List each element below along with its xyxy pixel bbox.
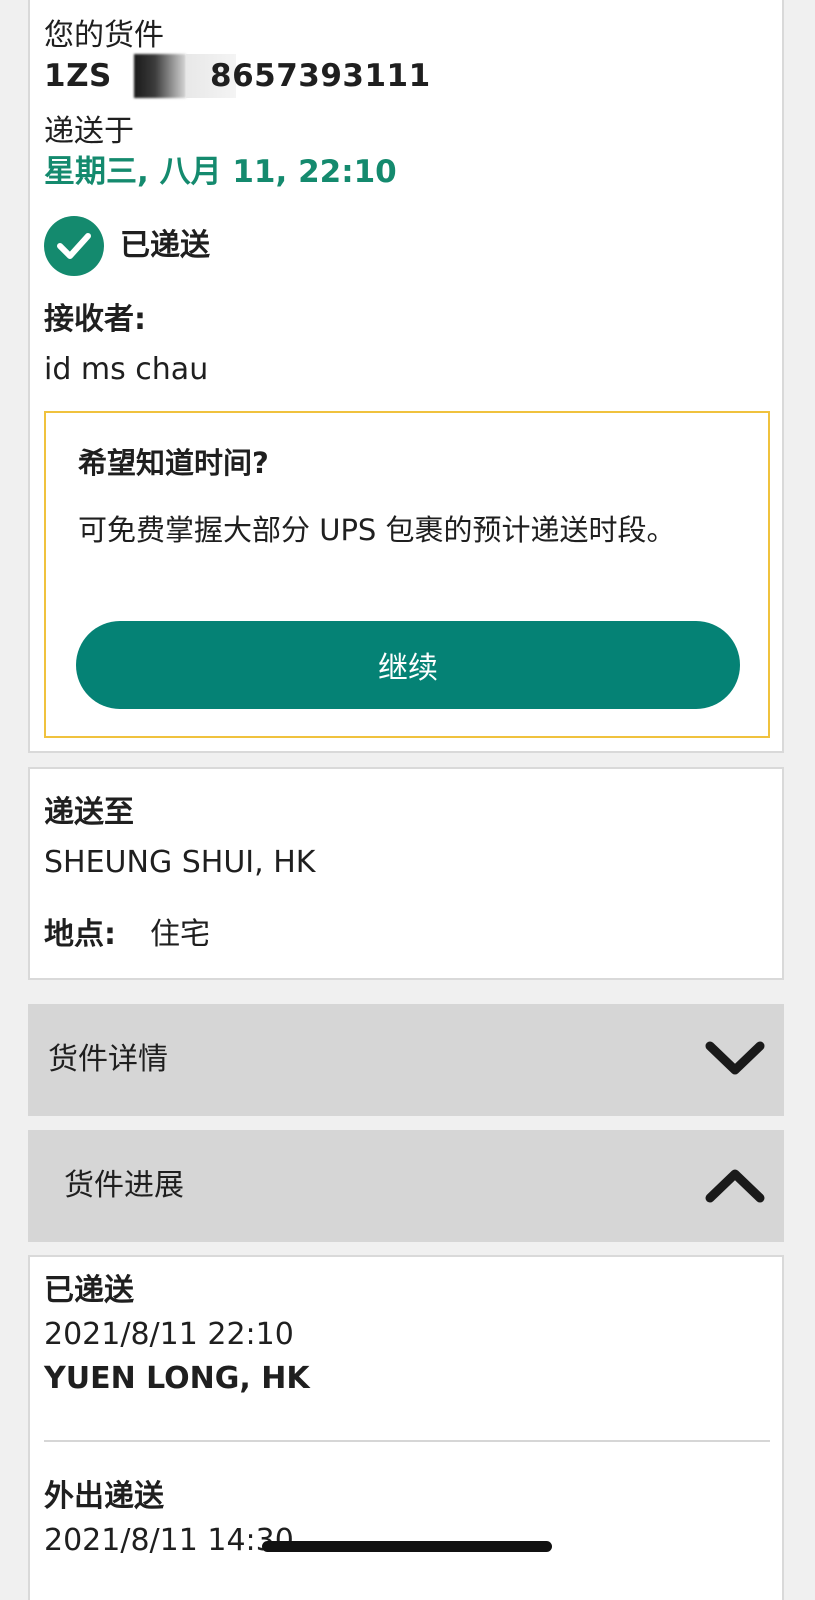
shipment-progress-accordion[interactable]: 货件进展	[28, 1130, 784, 1242]
destination-card: 递送至 SHEUNG SHUI, HK 地点: 住宅	[28, 767, 784, 980]
progress-status: 已递送	[44, 1273, 134, 1308]
delivered-on-label: 递送于	[44, 114, 134, 149]
progress-status: 外出递送	[44, 1479, 164, 1514]
delivery-status: 已递送	[120, 228, 210, 263]
receiver-value: id ms chau	[44, 352, 209, 387]
receiver-label: 接收者:	[44, 302, 146, 337]
progress-location: YUEN LONG, HK	[44, 1361, 310, 1396]
progress-divider	[44, 1440, 770, 1442]
chevron-down-icon[interactable]	[704, 1038, 766, 1084]
promo-text: 可免费掌握大部分 UPS 包裹的预计递送时段。	[78, 513, 676, 547]
shipment-details-label: 货件详情	[48, 1042, 168, 1077]
chevron-up-icon[interactable]	[704, 1164, 766, 1210]
check-icon	[44, 216, 104, 276]
tracking-number-prefix: 1ZS	[44, 58, 112, 94]
location-type-value: 住宅	[150, 917, 210, 952]
progress-datetime: 2021/8/11 22:10	[44, 1317, 294, 1352]
home-indicator[interactable]	[262, 1541, 552, 1552]
delivered-on-value: 星期三, 八月 11, 22:10	[44, 154, 397, 190]
destination-label: 递送至	[44, 795, 134, 830]
tracking-redaction-dark	[134, 54, 186, 98]
tracking-number-suffix: 8657393111	[210, 58, 431, 94]
delivery-time-promo: 希望知道时间? 可免费掌握大部分 UPS 包裹的预计递送时段。 继续	[44, 411, 770, 738]
shipment-details-accordion[interactable]: 货件详情	[28, 1004, 784, 1116]
continue-button[interactable]: 继续	[76, 621, 740, 709]
location-type-label: 地点:	[44, 917, 116, 952]
promo-title: 希望知道时间?	[78, 446, 269, 480]
shipment-heading: 您的货件	[44, 18, 164, 53]
shipment-progress-label: 货件进展	[64, 1168, 184, 1203]
progress-datetime: 2021/8/11 14:30	[44, 1523, 294, 1558]
destination-value: SHEUNG SHUI, HK	[44, 845, 316, 880]
shipment-summary-card: 您的货件 1ZS 8657393111 递送于 星期三, 八月 11, 22:1…	[28, 0, 784, 753]
